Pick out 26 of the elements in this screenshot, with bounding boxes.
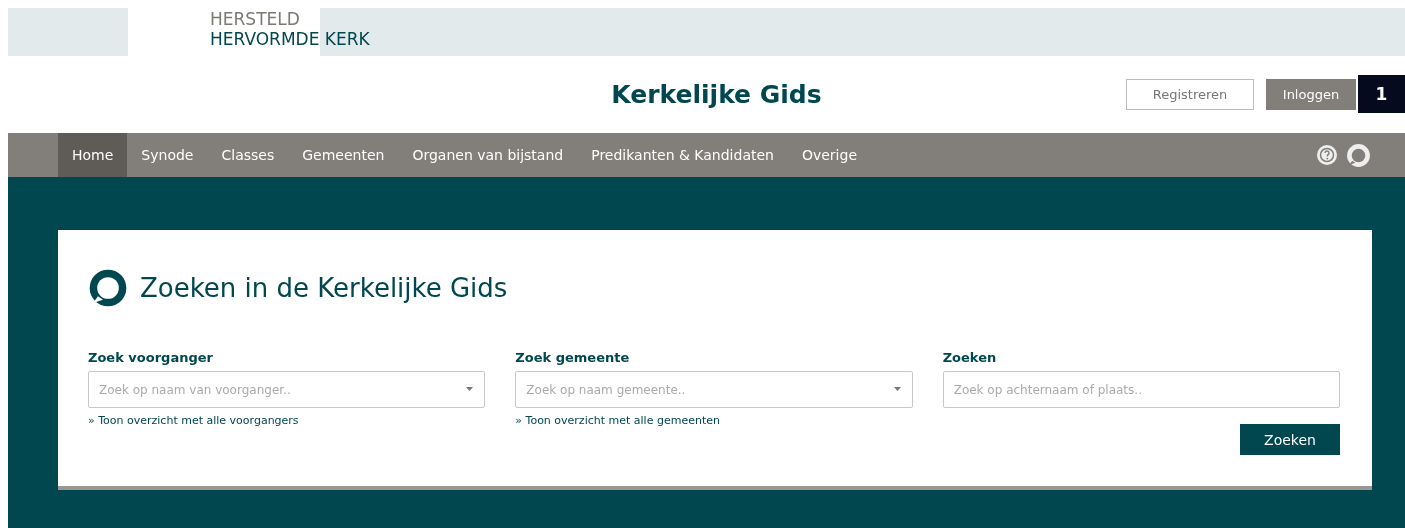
caret-icon <box>893 387 901 391</box>
nav-item[interactable]: Overige <box>787 133 871 177</box>
overview-link[interactable]: » Toon overzicht met alle voorgangers <box>88 414 486 427</box>
help-icon[interactable] <box>1316 144 1338 166</box>
nav-item[interactable]: Predikanten & Kandidaten <box>577 133 788 177</box>
logo-text: HERVORMDE KERK <box>210 29 370 50</box>
field-label: Zoeken <box>942 350 998 365</box>
annotation-badge: 1 <box>1358 75 1405 113</box>
field-label: Zoek gemeente <box>515 350 631 365</box>
logo-text: HERSTELD <box>210 10 301 29</box>
dropdown-field[interactable]: Zoek op naam gemeente.. <box>515 371 913 408</box>
nav-item[interactable]: Synode <box>127 133 208 177</box>
search-field[interactable]: Zoek op achternaam of plaats.. <box>942 371 1340 408</box>
caret-icon <box>466 387 474 391</box>
nav-item[interactable]: Gemeenten <box>288 133 399 177</box>
nav-item[interactable]: Classes <box>207 133 289 177</box>
card-title: Zoeken in de Kerkelijke Gids <box>140 273 508 303</box>
search-button[interactable]: Zoeken <box>1240 424 1340 455</box>
nav-item[interactable]: Organen van bijstand <box>398 133 578 177</box>
site-title: Kerkelijke Gids <box>610 80 822 109</box>
overview-link[interactable]: » Toon overzicht met alle gemeenten <box>515 414 913 427</box>
register-button[interactable]: Registreren <box>1126 78 1254 110</box>
login-button[interactable]: Inloggen <box>1266 78 1356 110</box>
dropdown-field[interactable]: Zoek op naam van voorganger.. <box>88 371 486 408</box>
field-label: Zoek voorganger <box>88 350 214 365</box>
nav-item[interactable]: Home <box>58 133 128 177</box>
